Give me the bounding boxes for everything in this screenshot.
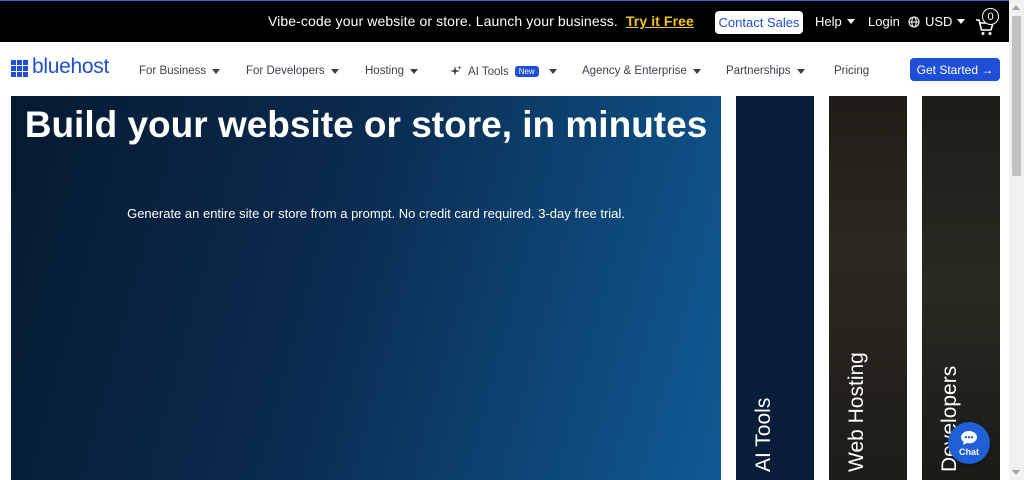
cart-button[interactable]: 0 — [974, 8, 1002, 37]
chat-button[interactable]: Chat — [948, 422, 990, 464]
currency-label: USD — [925, 14, 953, 29]
nav-item-label: Pricing — [834, 65, 870, 77]
nav-pricing[interactable]: Pricing — [834, 65, 869, 77]
try-it-free-link[interactable]: Try it Free — [626, 13, 694, 29]
nav-partnerships[interactable]: Partnerships — [726, 65, 805, 77]
nav-item-label: AI Tools — [468, 65, 509, 78]
caret-down-icon — [212, 68, 221, 74]
caret-down-icon — [957, 19, 966, 24]
logo-text: bluehost — [32, 55, 109, 78]
nav-hosting[interactable]: Hosting — [365, 65, 418, 77]
promo-text: Vibe-code your website or store. Launch … — [268, 13, 618, 29]
cart-count-badge: 0 — [982, 8, 999, 25]
contact-sales-button[interactable]: Contact Sales — [715, 11, 803, 34]
caret-down-icon — [846, 19, 855, 24]
nav-for-developers[interactable]: For Developers — [246, 65, 339, 77]
new-badge: New — [514, 66, 539, 77]
hero-subtitle: Generate an entire site or store from a … — [127, 206, 625, 221]
help-label: Help — [815, 14, 842, 29]
chat-bubble-icon — [961, 430, 977, 445]
nav-item-label: For Business — [139, 65, 207, 77]
page-scrollbar[interactable] — [1009, 0, 1024, 480]
main-nav: bluehost For Business For Developers Hos… — [0, 42, 1009, 96]
ai-sparkle-icon — [450, 65, 462, 76]
nav-agency-enterprise[interactable]: Agency & Enterprise — [582, 65, 701, 77]
caret-down-icon — [548, 69, 557, 74]
card-label: Web Hosting — [845, 352, 868, 472]
scroll-thumb[interactable] — [1012, 16, 1021, 176]
currency-selector[interactable]: USD — [908, 14, 966, 29]
bluehost-logo[interactable]: bluehost — [11, 55, 109, 79]
chat-label: Chat — [959, 446, 979, 457]
card-ai-tools[interactable]: AI Tools — [736, 96, 814, 480]
hero-title: Build your website or store, in minutes — [24, 104, 708, 145]
logo-grid-icon — [11, 59, 28, 77]
caret-down-icon — [410, 68, 418, 74]
hero-banner: Build your website or store, in minutes … — [11, 96, 721, 480]
nav-item-label: Partnerships — [726, 65, 791, 77]
card-web-hosting[interactable]: Web Hosting — [829, 96, 907, 480]
nav-item-label: Hosting — [365, 65, 404, 77]
promo-bar: Vibe-code your website or store. Launch … — [0, 0, 1009, 42]
help-menu[interactable]: Help — [815, 14, 855, 29]
caret-down-icon — [796, 68, 805, 74]
nav-for-business[interactable]: For Business — [139, 65, 221, 77]
login-label: Login — [868, 14, 900, 29]
card-label: AI Tools — [752, 397, 775, 472]
nav-item-label: Agency & Enterprise — [582, 65, 687, 77]
nav-item-label: For Developers — [246, 65, 325, 77]
globe-icon — [908, 15, 920, 28]
promo-message: Vibe-code your website or store. Launch … — [268, 13, 694, 29]
caret-down-icon — [330, 68, 339, 74]
scroll-down-icon[interactable] — [1012, 470, 1020, 475]
caret-down-icon — [692, 68, 701, 74]
nav-ai-tools[interactable]: AI Tools New — [449, 65, 557, 78]
login-link[interactable]: Login — [868, 14, 900, 29]
get-started-button[interactable]: Get Started → — [910, 58, 1000, 81]
scroll-up-icon[interactable] — [1012, 5, 1020, 10]
